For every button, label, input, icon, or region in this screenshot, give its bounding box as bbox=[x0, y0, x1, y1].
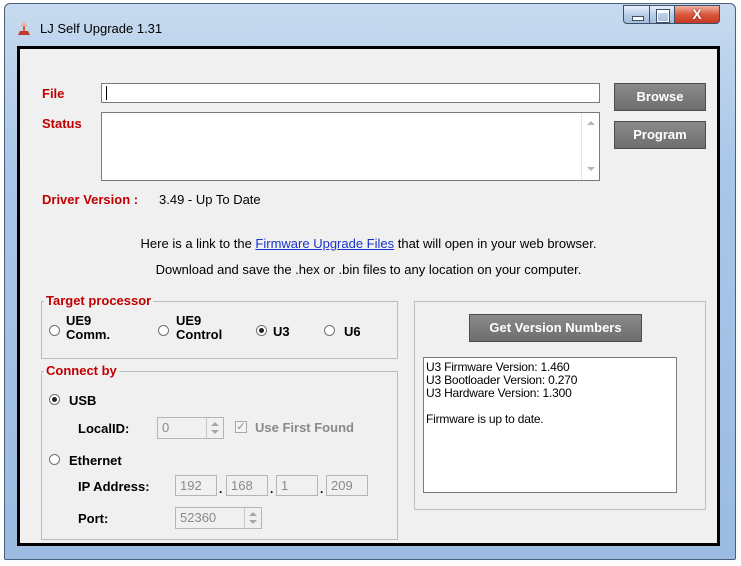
radio-ue9-control[interactable] bbox=[158, 325, 169, 336]
link-line-prefix: Here is a link to the bbox=[140, 236, 256, 251]
status-textarea[interactable] bbox=[101, 112, 600, 181]
port-label: Port: bbox=[78, 511, 109, 526]
ip-dot-2: . bbox=[270, 482, 274, 496]
target-processor-label: Target processor bbox=[44, 293, 154, 308]
spin-down-icon[interactable] bbox=[249, 520, 257, 524]
spin-down-icon[interactable] bbox=[211, 430, 219, 434]
text-cursor bbox=[106, 86, 107, 100]
radio-u3[interactable] bbox=[256, 325, 267, 336]
ip-octet-4-input[interactable]: 209 bbox=[326, 475, 368, 496]
app-window: LJ Self Upgrade 1.31 X File Browse Statu… bbox=[4, 3, 736, 560]
radio-ethernet[interactable] bbox=[49, 454, 60, 465]
ip-dot-1: . bbox=[219, 482, 223, 496]
close-button[interactable]: X bbox=[674, 5, 720, 24]
link-line-suffix: that will open in your web browser. bbox=[394, 236, 597, 251]
version-line: U3 Hardware Version: 1.300 bbox=[426, 386, 572, 400]
version-output-box[interactable]: U3 Firmware Version: 1.460 U3 Bootloader… bbox=[423, 357, 677, 493]
ip-octet-2-input[interactable]: 168 bbox=[226, 475, 268, 496]
status-label: Status bbox=[42, 116, 82, 131]
scroll-up-icon[interactable] bbox=[587, 121, 595, 125]
use-first-found-checkbox[interactable]: ✓ bbox=[235, 421, 247, 433]
radio-ue9-comm[interactable] bbox=[49, 325, 60, 336]
port-spinbox[interactable]: 52360 bbox=[175, 507, 262, 529]
maximize-icon bbox=[656, 9, 670, 23]
radio-ethernet-label[interactable]: Ethernet bbox=[69, 453, 122, 468]
radio-usb-label[interactable]: USB bbox=[69, 393, 96, 408]
version-line: Firmware is up to date. bbox=[426, 412, 544, 426]
minimize-button[interactable] bbox=[623, 5, 650, 24]
file-label: File bbox=[42, 86, 65, 101]
firmware-upgrade-files-link[interactable]: Firmware Upgrade Files bbox=[255, 236, 394, 251]
radio-ue9-comm-label[interactable]: UE9 Comm. bbox=[66, 314, 110, 342]
port-spinner[interactable] bbox=[244, 508, 261, 528]
download-instructions: Download and save the .hex or .bin files… bbox=[155, 262, 582, 277]
ip-octet-1-input[interactable]: 192 bbox=[175, 475, 217, 496]
ip-address-label: IP Address: bbox=[78, 479, 150, 494]
window-frame: File Browse Status Program Driver Versio… bbox=[17, 46, 720, 546]
spin-up-icon[interactable] bbox=[211, 422, 219, 426]
minimize-icon bbox=[632, 16, 644, 21]
spin-up-icon[interactable] bbox=[249, 512, 257, 516]
use-first-found-label[interactable]: Use First Found bbox=[255, 420, 354, 435]
radio-u6[interactable] bbox=[324, 325, 335, 336]
title-bar[interactable]: LJ Self Upgrade 1.31 X bbox=[5, 4, 735, 46]
browse-button[interactable]: Browse bbox=[614, 83, 706, 111]
radio-usb[interactable] bbox=[49, 394, 60, 405]
driver-version-label: Driver Version : bbox=[42, 192, 139, 207]
status-scrollbar[interactable] bbox=[581, 113, 600, 180]
radio-ue9-control-label[interactable]: UE9 Control bbox=[176, 314, 222, 342]
radio-u6-label[interactable]: U6 bbox=[344, 324, 361, 339]
client-area: File Browse Status Program Driver Versio… bbox=[20, 49, 717, 543]
scroll-down-icon[interactable] bbox=[587, 167, 595, 171]
localid-spinbox[interactable]: 0 bbox=[157, 417, 224, 439]
get-version-numbers-button[interactable]: Get Version Numbers bbox=[469, 314, 642, 342]
file-path-input[interactable] bbox=[101, 83, 600, 103]
radio-u3-label[interactable]: U3 bbox=[273, 324, 290, 339]
close-icon: X bbox=[692, 6, 702, 22]
driver-version-value: 3.49 - Up To Date bbox=[159, 192, 261, 207]
localid-spinner[interactable] bbox=[206, 418, 223, 438]
connect-by-label: Connect by bbox=[44, 363, 119, 378]
maximize-button[interactable] bbox=[649, 5, 675, 24]
app-icon bbox=[18, 22, 30, 35]
firmware-link-line: Here is a link to the Firmware Upgrade F… bbox=[20, 236, 717, 251]
ip-dot-3: . bbox=[320, 482, 324, 496]
window-title: LJ Self Upgrade 1.31 bbox=[40, 21, 163, 36]
localid-label: LocalID: bbox=[78, 421, 130, 436]
ip-octet-3-input[interactable]: 1 bbox=[276, 475, 318, 496]
program-button[interactable]: Program bbox=[614, 121, 706, 149]
